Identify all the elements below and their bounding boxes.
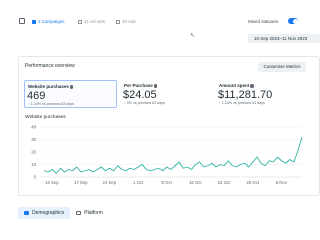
platform-icon bbox=[76, 211, 82, 215]
y-tick-label: 10 bbox=[31, 162, 36, 167]
x-tick-label: 8 Oct bbox=[162, 180, 173, 185]
y-tick-label: 0 bbox=[34, 175, 37, 180]
tab-platform[interactable]: Platform bbox=[70, 207, 109, 219]
x-tick-label: 5 Nov bbox=[276, 180, 288, 185]
y-tick-label: 40 bbox=[31, 125, 36, 130]
x-tick-label: 17 Sep bbox=[74, 180, 88, 185]
y-tick-label: 30 bbox=[31, 137, 36, 142]
x-tick-label: 24 Sep bbox=[103, 180, 117, 185]
x-tick-label: 10 Sep bbox=[45, 180, 59, 185]
x-tick-label: 22 Oct bbox=[218, 180, 231, 185]
x-tick-label: 15 Oct bbox=[189, 180, 202, 185]
x-tick-label: 29 Oct bbox=[246, 180, 259, 185]
y-tick-label: 20 bbox=[31, 150, 36, 155]
tab-demographics-label: Demographics bbox=[32, 210, 65, 216]
x-tick-label: 1 Oct bbox=[133, 180, 144, 185]
breakdown-tabs: Demographics Platform bbox=[18, 207, 109, 219]
website-purchases-series-line bbox=[43, 136, 303, 174]
people-icon bbox=[24, 211, 29, 215]
website-purchases-chart: 0 10 20 30 40 10 Sep 17 Sep 24 Sep 1 Oct 8 Oct 15 … bbox=[31, 125, 303, 185]
tab-demographics[interactable]: Demographics bbox=[18, 207, 71, 219]
tab-platform-label: Platform bbox=[84, 210, 103, 216]
